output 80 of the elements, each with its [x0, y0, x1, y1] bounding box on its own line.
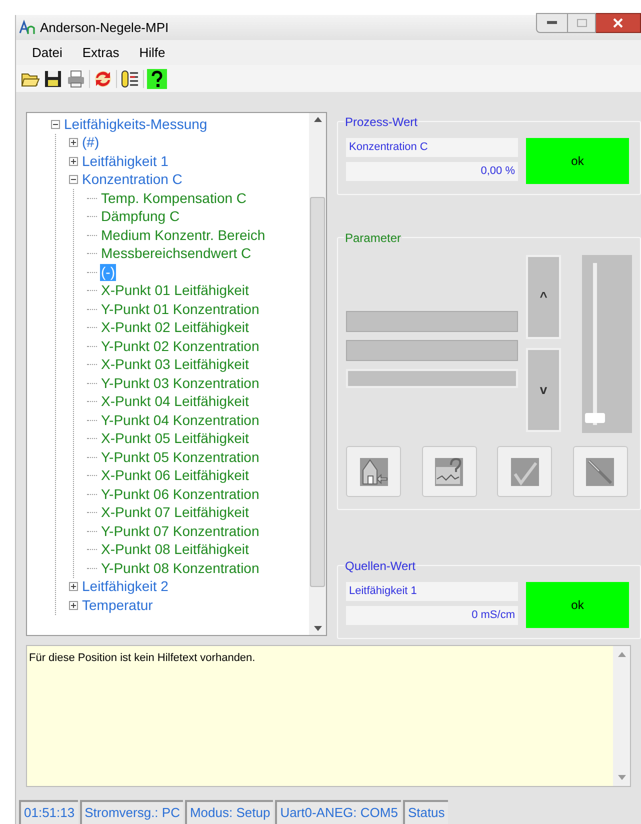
- tree-item[interactable]: Y-Punkt 05 Konzentration: [100, 448, 260, 466]
- close-button[interactable]: [596, 13, 641, 33]
- house-arrow-button[interactable]: [346, 446, 401, 497]
- status-field: Stromversg.: PC: [80, 800, 183, 824]
- minimize-icon: [547, 21, 557, 25]
- up-button[interactable]: ^: [526, 255, 561, 339]
- tree-item[interactable]: X-Punkt 02 Leitfähigkeit: [100, 319, 250, 336]
- tree-item[interactable]: Temperatur: [81, 596, 154, 614]
- tree-item[interactable]: X-Punkt 03 Leitfähigkeit: [100, 356, 250, 374]
- maximize-icon: [576, 19, 586, 27]
- status-indicator: ok: [526, 582, 629, 628]
- tree-item[interactable]: Y-Punkt 07 Konzentration: [100, 522, 260, 540]
- menu-item[interactable]: Datei: [24, 42, 70, 62]
- status-field: Modus: Setup: [184, 800, 274, 824]
- tree-item[interactable]: Temp. Kompensation C: [100, 190, 248, 207]
- window-title: Anderson-Negele-MPI: [40, 18, 169, 37]
- tree-item[interactable]: Y-Punkt 08 Konzentration: [100, 560, 260, 577]
- plus-icon: [70, 583, 77, 590]
- parameter-field[interactable]: [346, 310, 518, 332]
- tree-item[interactable]: X-Punkt 01 Leitfähigkeit: [100, 282, 250, 300]
- tree-item[interactable]: (#): [81, 134, 100, 152]
- tree-item[interactable]: Y-Punkt 06 Konzentration: [100, 486, 260, 503]
- status-field: Uart0-ANEG: COM5: [275, 800, 401, 824]
- tree-item[interactable]: X-Punkt 06 Leitfähigkeit: [100, 467, 250, 484]
- tree-item[interactable]: X-Punkt 05 Leitfähigkeit: [100, 430, 250, 448]
- tree-item[interactable]: Medium Konzentr. Bereich: [100, 226, 266, 244]
- graph-question-button[interactable]: [422, 446, 477, 497]
- pen-icon: [585, 456, 616, 486]
- close-icon: [613, 18, 623, 28]
- scroll-down-icon[interactable]: [314, 626, 322, 631]
- expand-toggle[interactable]: [69, 582, 78, 592]
- tree-item[interactable]: Dämpfung C: [100, 208, 181, 226]
- down-button[interactable]: v: [526, 348, 561, 432]
- list-icon[interactable]: [120, 68, 140, 89]
- slider-thumb[interactable]: [585, 413, 605, 423]
- tree-item[interactable]: Leitfähigkeit 1: [81, 152, 170, 170]
- checkmark-icon: [510, 456, 540, 486]
- slider[interactable]: [582, 255, 632, 433]
- tree-item[interactable]: Messbereichsendwert C: [100, 245, 252, 262]
- minimize-button[interactable]: [536, 13, 568, 33]
- tree-item[interactable]: Leitfähigkeit 2: [81, 578, 170, 596]
- app-logo-icon: [18, 19, 36, 36]
- menu-item[interactable]: Extras: [74, 42, 128, 62]
- name-field: Konzentration C: [346, 138, 518, 157]
- status-field: Status: [402, 800, 448, 824]
- parameter-field[interactable]: [346, 340, 518, 360]
- collapse-toggle[interactable]: [51, 120, 60, 129]
- menu-item[interactable]: Hilfe: [131, 42, 174, 62]
- value-field: 0,00 %: [346, 162, 518, 181]
- tree-item[interactable]: X-Punkt 08 Leitfähigkeit: [100, 541, 250, 558]
- status-indicator: ok: [526, 138, 629, 184]
- tree-item[interactable]: Y-Punkt 01 Konzentration: [100, 300, 260, 318]
- collapse-toggle[interactable]: [69, 175, 78, 184]
- tree-item[interactable]: (-): [100, 264, 116, 281]
- help-text: Für diese Position ist kein Hilfetext vorhanden.: [28, 651, 256, 666]
- tree-item[interactable]: Y-Punkt 04 Konzentration: [100, 412, 260, 429]
- scrollbar[interactable]: [309, 113, 326, 635]
- value-field: 0 mS/cm: [346, 606, 518, 625]
- expand-toggle[interactable]: [69, 156, 78, 166]
- expand-toggle[interactable]: [69, 600, 78, 610]
- plus-icon: [70, 602, 77, 609]
- tree-item[interactable]: Konzentration C: [81, 171, 184, 188]
- graph-question-icon: [434, 456, 464, 486]
- expand-toggle[interactable]: [69, 138, 78, 148]
- name-field: Leitfähigkeit 1: [346, 582, 518, 601]
- pen-button[interactable]: [572, 446, 628, 497]
- plus-icon: [70, 158, 77, 165]
- tree-item[interactable]: X-Punkt 07 Leitfähigkeit: [100, 504, 250, 522]
- checkmark-button[interactable]: [497, 446, 552, 497]
- tree-item[interactable]: Y-Punkt 03 Konzentration: [100, 374, 260, 392]
- tree-item[interactable]: Leitfähigkeits-Messung: [63, 116, 208, 133]
- printer-icon[interactable]: [66, 68, 86, 89]
- refresh-icon[interactable]: [93, 68, 113, 89]
- status-field: 01:51:13: [19, 800, 78, 824]
- tree-item[interactable]: Y-Punkt 02 Konzentration: [100, 338, 260, 355]
- tree-item[interactable]: X-Punkt 04 Leitfähigkeit: [100, 393, 250, 410]
- save-icon[interactable]: [43, 68, 63, 89]
- scroll-up-icon[interactable]: [314, 117, 322, 122]
- plus-icon: [70, 139, 77, 146]
- help-icon[interactable]: [147, 68, 167, 89]
